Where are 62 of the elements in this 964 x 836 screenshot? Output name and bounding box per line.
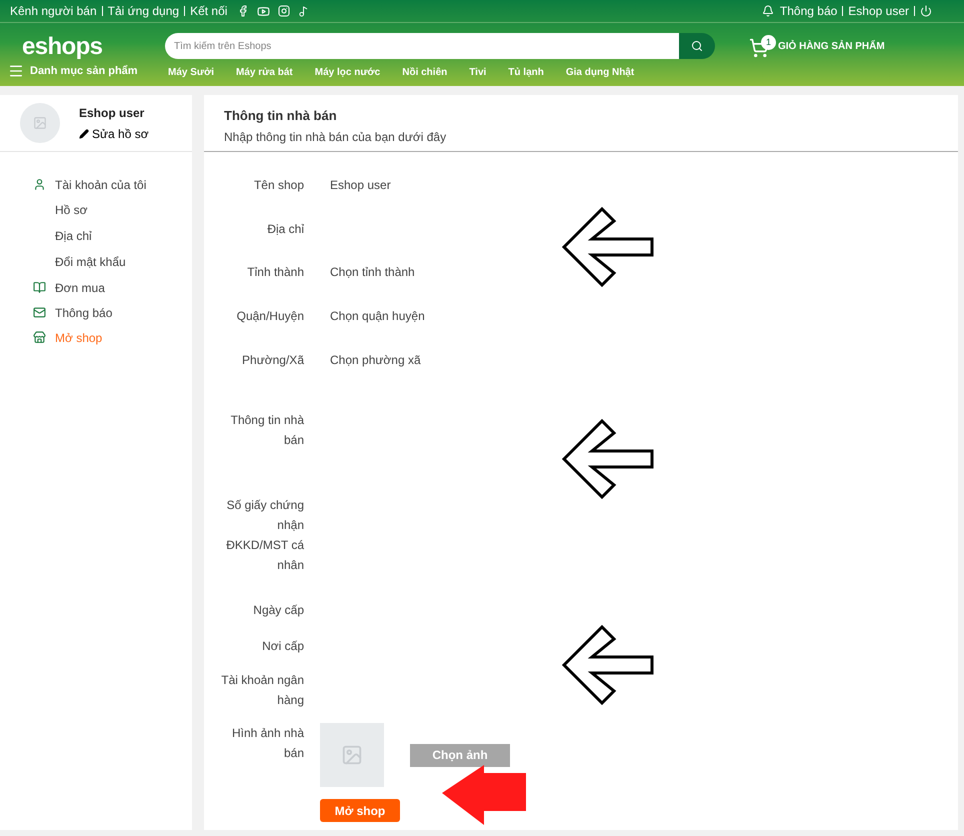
- bell-icon[interactable]: [762, 5, 774, 17]
- category-link[interactable]: Tivi: [469, 65, 486, 80]
- sidebar-item[interactable]: Mở shop: [33, 325, 192, 350]
- field-label: Tài khoản ngân hàng: [220, 672, 304, 709]
- top-link[interactable]: Tải ứng dụng: [108, 2, 180, 20]
- category-link[interactable]: Tủ lạnh: [508, 65, 544, 80]
- field-label: Hình ảnh nhà bán: [230, 725, 304, 762]
- sidebar-subitem[interactable]: Địa chỉ: [33, 223, 192, 249]
- sidebar-subitem[interactable]: Đổi mật khẩu: [33, 249, 192, 275]
- field-label: Phường/Xã: [241, 352, 304, 369]
- field-label: Tỉnh thành: [246, 264, 304, 281]
- sidebar-item[interactable]: Tài khoản của tôi: [33, 172, 192, 197]
- field-value[interactable]: Eshop user: [330, 178, 391, 192]
- power-icon[interactable]: [920, 5, 932, 17]
- select-field[interactable]: Chọn quận huyện: [330, 309, 425, 323]
- menu-icon[interactable]: [8, 63, 24, 80]
- store-icon: [33, 331, 46, 344]
- sidebar-subitem[interactable]: Hồ sơ: [33, 197, 192, 223]
- search-button[interactable]: [679, 33, 715, 59]
- person-icon: [33, 178, 46, 191]
- sidebar-item[interactable]: Thông báo: [33, 300, 192, 325]
- field-label: Thông tin nhà bán: [230, 412, 304, 449]
- field-label: Quận/Huyện: [236, 308, 304, 325]
- open-shop-button[interactable]: Mở shop: [320, 799, 400, 822]
- user-link[interactable]: Eshop user: [848, 2, 909, 20]
- form-subtitle: Nhập thông tin nhà bán của bạn dưới đây: [224, 128, 448, 146]
- play-icon[interactable]: [257, 4, 270, 18]
- category-link[interactable]: Nồi chiên: [402, 65, 448, 80]
- avatar: [20, 103, 60, 143]
- camera-icon[interactable]: [278, 5, 290, 17]
- choose-image-button[interactable]: Chọn ảnh: [410, 744, 510, 766]
- field-label: Nơi cấp: [261, 638, 304, 655]
- field-label: Tên shop: [252, 177, 304, 194]
- logo[interactable]: eshops: [22, 33, 165, 61]
- category-link[interactable]: Máy lọc nước: [314, 65, 380, 80]
- sidebar-item[interactable]: Đơn mua: [33, 275, 192, 300]
- form-title: Thông tin nhà bán: [224, 107, 338, 125]
- field-label: Địa chỉ: [266, 221, 304, 238]
- user-name: Eshop user: [79, 104, 146, 122]
- envelope-icon: [33, 306, 46, 319]
- field-label: Ngày cấp: [252, 602, 304, 619]
- top-link[interactable]: Kết nối: [190, 2, 228, 20]
- select-field[interactable]: Chọn tỉnh thành: [330, 265, 415, 279]
- cart-count: 1: [761, 35, 776, 50]
- edit-profile-link[interactable]: Sửa hồ sơ: [79, 124, 149, 142]
- field-label: Số giấy chứng nhận ĐKKD/MST cá nhân: [225, 497, 304, 574]
- search-field[interactable]: Tìm kiếm trên Eshops: [165, 33, 679, 59]
- top-link[interactable]: Kênh người bán: [10, 2, 97, 20]
- category-link[interactable]: Máy rửa bát: [236, 65, 293, 80]
- cart-icon[interactable]: [749, 38, 769, 58]
- menu-label[interactable]: Danh mục sản phẩm: [30, 63, 138, 80]
- book-icon: [33, 281, 46, 294]
- image-placeholder: [320, 723, 384, 787]
- notifications-link[interactable]: Thông báo: [780, 2, 838, 20]
- category-link[interactable]: Gia dụng Nhật: [566, 65, 634, 80]
- category-link[interactable]: Máy Sưởi: [168, 65, 214, 80]
- cart-label[interactable]: GIỎ HÀNG SẢN PHẨM: [778, 39, 885, 54]
- select-field[interactable]: Chọn phường xã: [330, 353, 421, 367]
- search-icon: [691, 40, 703, 52]
- music-note-icon[interactable]: [298, 6, 310, 16]
- facebook-icon[interactable]: [237, 5, 250, 17]
- pencil-icon: [79, 128, 89, 138]
